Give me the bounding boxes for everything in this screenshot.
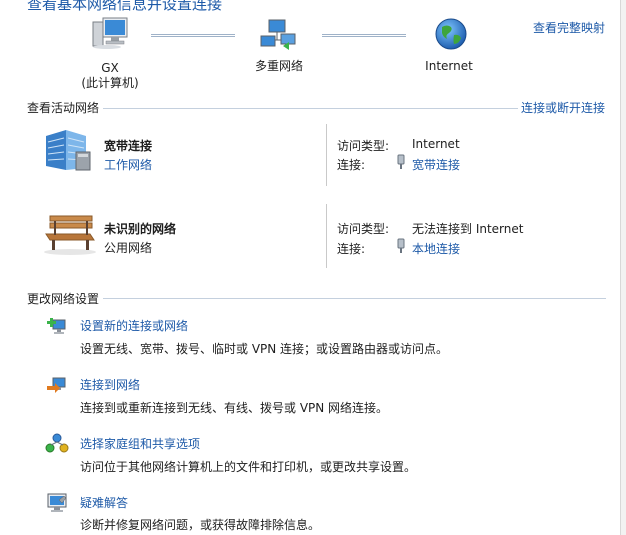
network-name: 宽带连接	[104, 139, 153, 153]
connection-label: 连接:	[337, 158, 366, 172]
active-networks-heading: 查看活动网络	[27, 101, 100, 115]
new-connection-icon	[45, 314, 69, 339]
access-type-label: 访问类型:	[337, 139, 390, 153]
task-description: 诊断并修复网络问题，或获得故障排除信息。	[80, 518, 321, 532]
park-bench-icon	[42, 212, 98, 259]
local-connection-link[interactable]: 本地连接	[412, 240, 460, 257]
task-description: 设置无线、宽带、拨号、临时或 VPN 连接；或设置路由器或访问点。	[80, 342, 449, 356]
connection-plug-icon	[396, 154, 406, 173]
troubleshoot-icon	[45, 492, 69, 517]
network-divider	[326, 124, 327, 186]
active-networks-rule	[103, 108, 518, 109]
troubleshoot-link[interactable]: 疑难解答	[80, 494, 128, 511]
network-category-link[interactable]: 工作网络	[104, 156, 152, 173]
connect-to-network-link[interactable]: 连接到网络	[80, 376, 140, 393]
connect-disconnect-link[interactable]: 连接或断开连接	[521, 99, 605, 116]
connect-to-network-icon	[45, 374, 69, 399]
page-title: 查看基本网络信息并设置连接	[27, 0, 223, 13]
access-type-value: 无法连接到 Internet	[412, 222, 524, 236]
access-type-label: 访问类型:	[337, 222, 390, 236]
homegroup-sharing-icon	[45, 433, 69, 458]
task-description: 连接到或重新连接到无线、有线、拨号或 VPN 网络连接。	[80, 401, 389, 415]
connection-label: 连接:	[337, 242, 366, 256]
change-settings-rule	[103, 298, 606, 299]
network-name: 未识别的网络	[104, 222, 177, 236]
setup-new-connection-link[interactable]: 设置新的连接或网络	[80, 317, 188, 334]
network-divider	[326, 204, 327, 268]
broadband-connection-link[interactable]: 宽带连接	[412, 156, 460, 173]
multiple-networks-icon[interactable]	[259, 16, 299, 55]
link-line-2	[322, 34, 406, 37]
computer-icon[interactable]	[89, 16, 129, 55]
access-type-value: Internet	[412, 137, 460, 151]
window-right-border	[620, 0, 626, 535]
internet-label: Internet	[425, 59, 473, 73]
internet-globe-icon[interactable]	[433, 16, 469, 55]
broadband-network-icon	[40, 126, 96, 177]
change-settings-heading: 更改网络设置	[27, 292, 100, 306]
link-line-1	[151, 34, 235, 37]
homegroup-sharing-link[interactable]: 选择家庭组和共享选项	[80, 435, 200, 452]
see-full-map-link[interactable]: 查看完整映射	[533, 19, 605, 36]
network-category-text: 公用网络	[104, 241, 153, 255]
computer-sub-label: (此计算机)	[81, 76, 139, 90]
task-description: 访问位于其他网络计算机上的文件和打印机，或更改共享设置。	[80, 460, 417, 474]
connection-plug-icon	[396, 238, 406, 257]
multiple-networks-label: 多重网络	[254, 59, 303, 73]
